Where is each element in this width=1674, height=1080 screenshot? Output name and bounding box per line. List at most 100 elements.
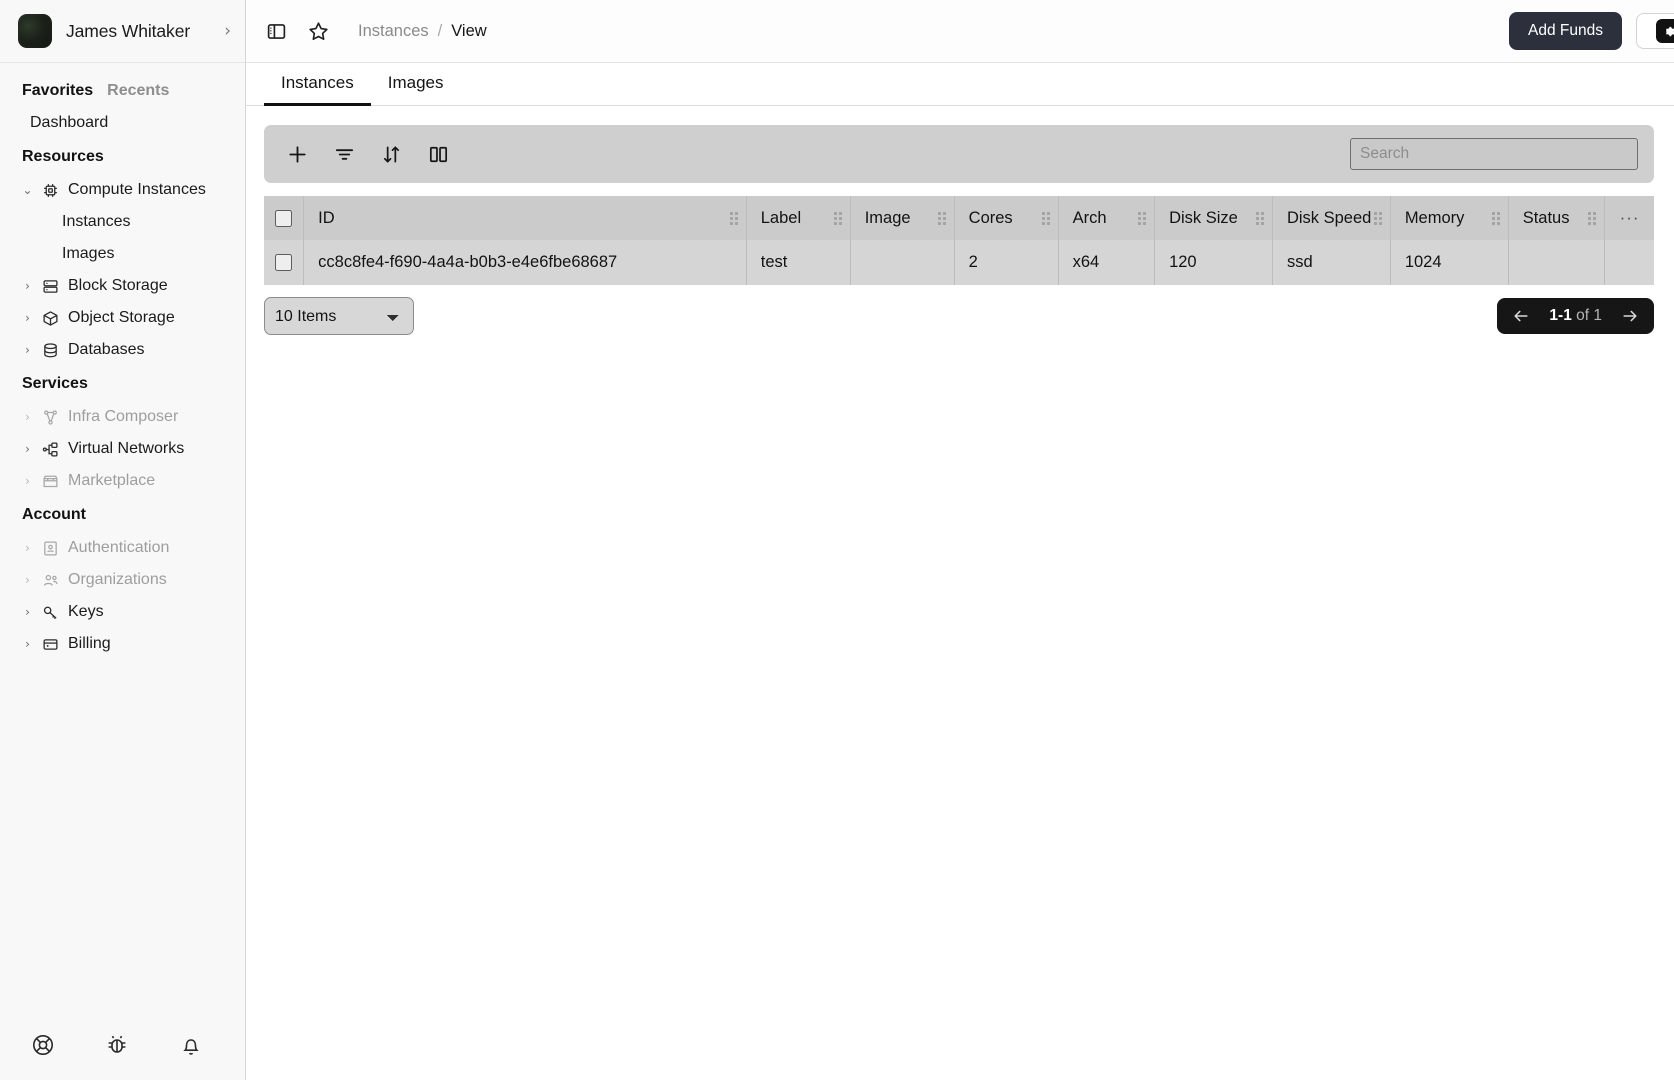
main-area: Instances / View Add Funds	[246, 0, 1674, 1080]
column-resize-handle[interactable]	[938, 212, 946, 225]
column-header-image[interactable]: Image	[850, 196, 954, 240]
column-header-id[interactable]: ID	[304, 196, 747, 240]
column-header-arch[interactable]: Arch	[1058, 196, 1154, 240]
column-header-memory[interactable]: Memory	[1390, 196, 1508, 240]
column-resize-handle[interactable]	[1042, 212, 1050, 225]
filter-icon[interactable]	[325, 135, 363, 173]
add-icon[interactable]	[278, 135, 316, 173]
column-header-disk-speed[interactable]: Disk Speed	[1272, 196, 1390, 240]
sidebar-item-label: Marketplace	[68, 470, 155, 492]
bug-icon[interactable]	[104, 1032, 130, 1058]
column-label: Label	[761, 209, 801, 228]
sidebar-item-infra-composer[interactable]: › Infra Composer	[0, 401, 245, 433]
chevron-right-icon: ›	[22, 633, 33, 655]
table-header-row: ID Label	[264, 196, 1654, 240]
tab-images[interactable]: Images	[371, 63, 461, 106]
chevron-right-icon: ›	[22, 537, 33, 559]
column-resize-handle[interactable]	[1256, 212, 1264, 225]
select-all-checkbox[interactable]	[275, 210, 292, 227]
pagination-range: 1-1	[1549, 307, 1571, 324]
pagination: 1-1 of 1	[1497, 298, 1654, 334]
sidebar-item-marketplace[interactable]: › Marketplace	[0, 465, 245, 497]
column-resize-handle[interactable]	[1492, 212, 1500, 225]
column-resize-handle[interactable]	[1138, 212, 1146, 225]
sidebar-item-object-storage[interactable]: › Object Storage	[0, 302, 245, 334]
sidebar-item-label: Compute Instances	[68, 179, 206, 201]
breadcrumb-parent[interactable]: Instances	[358, 22, 429, 41]
column-label: Cores	[969, 209, 1013, 228]
search-input[interactable]	[1350, 138, 1638, 170]
sidebar-item-authentication[interactable]: › Authentication	[0, 532, 245, 564]
sidebar-item-label: Block Storage	[68, 275, 168, 297]
row-select-cell	[264, 240, 304, 285]
tab-recents[interactable]: Recents	[107, 82, 169, 100]
chevron-right-icon: ›	[22, 307, 33, 329]
table-row[interactable]: cc8c8fe4-f690-4a4a-b0b3-e4e6fbe68687 tes…	[264, 240, 1654, 285]
column-resize-handle[interactable]	[1588, 212, 1596, 225]
lifebuoy-icon[interactable]	[30, 1032, 56, 1058]
chevron-right-icon: ›	[22, 339, 33, 361]
column-header-label[interactable]: Label	[746, 196, 850, 240]
pagination-total: of 1	[1576, 307, 1602, 324]
database-icon	[41, 341, 60, 360]
users-icon	[41, 571, 60, 590]
star-icon[interactable]	[306, 19, 331, 44]
sidebar-item-label: Dashboard	[30, 112, 108, 134]
avatar	[18, 14, 52, 48]
sidebar-item-images[interactable]: Images	[0, 238, 245, 270]
chevron-right-icon: ›	[22, 470, 33, 492]
column-resize-handle[interactable]	[730, 212, 738, 225]
topbar-left: Instances / View	[264, 19, 487, 44]
column-header-status[interactable]: Status	[1508, 196, 1604, 240]
topbar-right: Add Funds	[1509, 12, 1674, 50]
settings-button[interactable]	[1636, 13, 1674, 49]
user-name: James Whitaker	[66, 21, 210, 42]
sidebar-item-label: Virtual Networks	[68, 438, 184, 460]
column-options-header[interactable]: ···	[1605, 196, 1654, 240]
chevron-right-icon[interactable]: ›	[224, 23, 231, 40]
cell-cores: 2	[954, 240, 1058, 285]
breadcrumb: Instances / View	[358, 22, 487, 41]
user-account-switcher[interactable]: James Whitaker ›	[0, 0, 245, 63]
sidebar-item-keys[interactable]: › Keys	[0, 596, 245, 628]
sidebar-item-block-storage[interactable]: › Block Storage	[0, 270, 245, 302]
wallet-icon	[41, 635, 60, 654]
sidebar-item-virtual-networks[interactable]: › Virtual Networks	[0, 433, 245, 465]
sidebar-item-label: Billing	[68, 633, 111, 655]
sidebar-item-organizations[interactable]: › Organizations	[0, 564, 245, 596]
page-size-select[interactable]: 10 Items 25 Items 50 Items 100 Items	[264, 297, 414, 335]
topbar: Instances / View Add Funds	[246, 0, 1674, 63]
cpu-icon	[41, 181, 60, 200]
sidebar-item-label: Instances	[62, 211, 130, 233]
cell-disk-speed: ssd	[1272, 240, 1390, 285]
arrow-right-icon[interactable]	[1620, 306, 1640, 326]
column-resize-handle[interactable]	[834, 212, 842, 225]
column-resize-handle[interactable]	[1374, 212, 1382, 225]
arrow-left-icon[interactable]	[1511, 306, 1531, 326]
panel-toggle-icon[interactable]	[264, 19, 289, 44]
select-all-header	[264, 196, 304, 240]
columns-icon[interactable]	[419, 135, 457, 173]
sidebar-item-label: Keys	[68, 601, 104, 623]
more-options-icon: ···	[1620, 208, 1640, 227]
tab-instances[interactable]: Instances	[264, 63, 371, 106]
column-label: Memory	[1405, 209, 1465, 228]
sidebar-item-instances[interactable]: Instances	[0, 206, 245, 238]
row-options-cell[interactable]	[1605, 240, 1654, 285]
network-icon	[41, 440, 60, 459]
sort-icon[interactable]	[372, 135, 410, 173]
row-checkbox[interactable]	[275, 254, 292, 271]
column-header-disk-size[interactable]: Disk Size	[1155, 196, 1273, 240]
cube-icon	[41, 309, 60, 328]
sidebar-item-billing[interactable]: › Billing	[0, 628, 245, 660]
bell-icon[interactable]	[178, 1032, 204, 1058]
column-header-cores[interactable]: Cores	[954, 196, 1058, 240]
tab-favorites[interactable]: Favorites	[22, 82, 93, 100]
cell-memory: 1024	[1390, 240, 1508, 285]
sidebar-item-databases[interactable]: › Databases	[0, 334, 245, 366]
sidebar-footer	[0, 1010, 245, 1080]
sidebar-item-dashboard[interactable]: Dashboard	[0, 107, 245, 139]
sidebar-item-compute-instances[interactable]: ⌄ Compute Instances	[0, 174, 245, 206]
add-funds-button[interactable]: Add Funds	[1509, 12, 1622, 50]
nodes-icon	[41, 408, 60, 427]
